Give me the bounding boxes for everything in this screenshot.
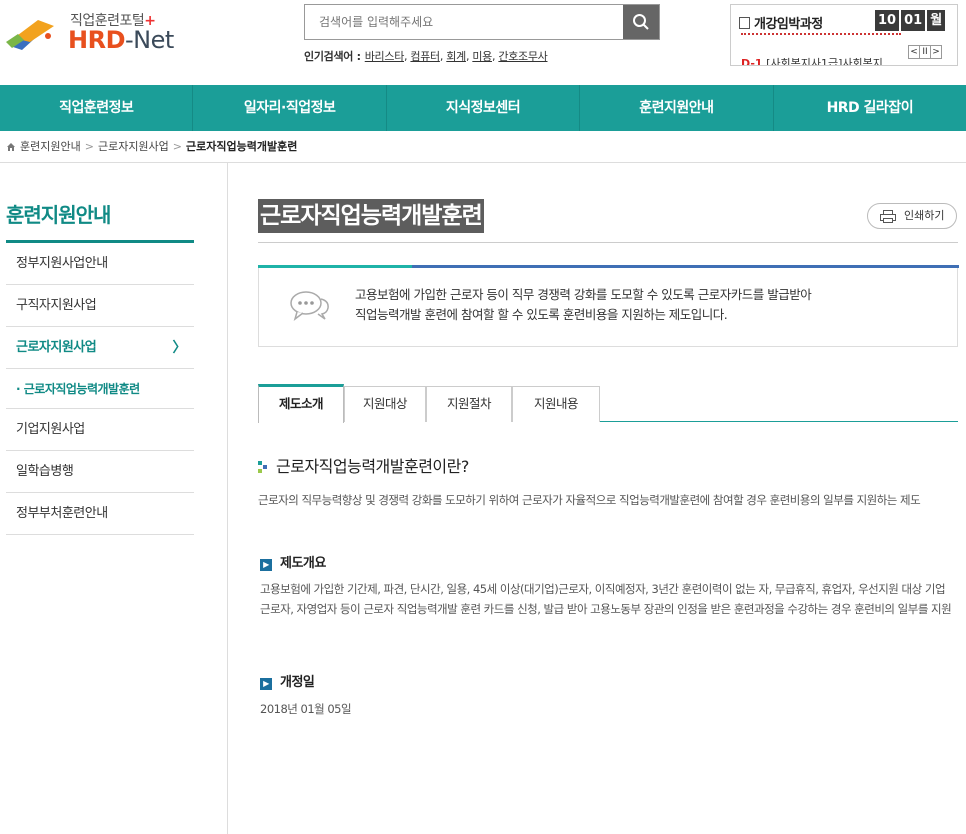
- sidebar-item-gov-support[interactable]: 정부지원사업안내: [6, 243, 194, 285]
- date-month: 10: [875, 10, 900, 31]
- sidebar-item-work-learning[interactable]: 일학습병행: [6, 451, 194, 493]
- revision-date: 2018년 01월 05일: [260, 702, 352, 716]
- overview-body: 고용보험에 가입한 기간제, 파견, 단시간, 일용, 45세 이상(대기업)근…: [260, 582, 952, 616]
- popular-keyword-link[interactable]: 미용: [472, 50, 492, 63]
- intro-text: 고용보험에 가입한 근로자 등이 직무 경쟁력 강화를 도모할 수 있도록 근로…: [355, 287, 812, 322]
- popular-label: 인기검색어 :: [304, 50, 361, 63]
- sidebar-item-worker-support[interactable]: 근로자지원사업 〉: [6, 327, 194, 369]
- intro-top-bar: [258, 265, 959, 268]
- popular-keyword-link[interactable]: 간호조무사: [498, 50, 547, 63]
- gnb-training-info[interactable]: 직업훈련정보: [0, 85, 194, 131]
- tab-support-details[interactable]: 지원내용: [512, 386, 600, 422]
- main-navigation: 직업훈련정보 일자리·직업정보 지식정보센터 훈련지원안내 HRD 길라잡이: [0, 85, 966, 131]
- ticker-controls: < II >: [908, 43, 942, 59]
- content-tabs: 제도소개 지원대상 지원절차 지원내용: [258, 384, 958, 423]
- bullet-arrow-icon: ▶: [260, 678, 272, 690]
- sidebar-item-gov-training[interactable]: 정부부처훈련안내: [6, 493, 194, 535]
- date-display: 10 01 월: [875, 10, 947, 31]
- printer-icon: [880, 210, 896, 223]
- sidebar: 훈련지원안내 정부지원사업안내 구직자지원사업 근로자지원사업 〉 · 근로자직업…: [0, 163, 228, 834]
- tab-eligibility[interactable]: 지원대상: [344, 386, 426, 422]
- popular-keyword-link[interactable]: 컴퓨터: [410, 50, 440, 63]
- search-input[interactable]: [305, 5, 625, 39]
- search-button[interactable]: [623, 5, 659, 39]
- section-bullet-icon: [258, 461, 268, 473]
- date-day: 01: [901, 10, 926, 31]
- date-weekday: 월: [927, 10, 946, 31]
- speech-bubble-icon: [290, 291, 329, 321]
- gnb-job-info[interactable]: 일자리·직업정보: [193, 85, 387, 131]
- breadcrumb-item[interactable]: 근로자지원사업: [98, 140, 169, 153]
- tab-procedure[interactable]: 지원절차: [426, 386, 512, 422]
- popular-keyword-link[interactable]: 회계: [446, 50, 466, 63]
- header: 직업훈련포털+ HRD-Net 인기검색어 :바리스타, 컴퓨터, 회계, 미용…: [0, 0, 966, 84]
- sidebar-menu: 정부지원사업안내 구직자지원사업 근로자지원사업 〉 · 근로자직업능력개발훈련 …: [6, 243, 194, 535]
- sidebar-subitem-worker-training[interactable]: · 근로자직업능력개발훈련: [6, 369, 194, 409]
- revision-heading: ▶ 개정일: [260, 671, 315, 690]
- popular-keywords: 인기검색어 : 바리스타, 컴퓨터, 회계, 미용, 간호조무사: [304, 50, 548, 63]
- breadcrumb-item[interactable]: 훈련지원안내: [20, 140, 81, 153]
- popular-keyword-link[interactable]: 바리스타: [365, 50, 405, 63]
- gnb-training-support[interactable]: 훈련지원안내: [580, 85, 774, 131]
- logo-mark-icon: [6, 20, 54, 50]
- document-icon: [739, 17, 750, 29]
- tab-system-intro[interactable]: 제도소개: [258, 384, 344, 423]
- sidebar-item-jobseeker-support[interactable]: 구직자지원사업: [6, 285, 194, 327]
- bullet-arrow-icon: ▶: [260, 559, 272, 571]
- ticker-previous-line: [741, 33, 901, 37]
- overview-heading: ▶ 제도개요: [260, 552, 326, 571]
- intro-box: 고용보험에 가입한 근로자 등이 직무 경쟁력 강화를 도모할 수 있도록 근로…: [258, 265, 959, 347]
- chevron-right-icon: 〉: [172, 340, 187, 356]
- course-ticker-item[interactable]: D-1 [사회복지사1급]사회복지...: [741, 55, 893, 65]
- breadcrumb-current: 근로자직업능력개발훈련: [186, 140, 298, 153]
- upcoming-course-title: 개강임박과정: [739, 13, 823, 32]
- search-icon: [633, 14, 649, 30]
- home-icon[interactable]: [6, 142, 16, 152]
- breadcrumb: 훈련지원안내 > 근로자지원사업 > 근로자직업능력개발훈련: [0, 131, 966, 163]
- section-description: 근로자의 직무능력향상 및 경쟁력 강화를 도모하기 위하여 근로자가 자율적으…: [258, 493, 921, 507]
- print-button[interactable]: 인쇄하기: [867, 203, 957, 229]
- title-divider: [258, 242, 958, 243]
- gnb-knowledge-center[interactable]: 지식정보센터: [387, 85, 581, 131]
- logo-title: HRD-Net: [68, 26, 174, 54]
- gnb-hrd-guide[interactable]: HRD 길라잡이: [774, 85, 966, 131]
- sidebar-title: 훈련지원안내: [6, 203, 111, 227]
- section-title: 근로자직업능력개발훈련이란?: [258, 453, 469, 477]
- page-title: 근로자직업능력개발훈련: [258, 199, 484, 233]
- hrd-net-logo[interactable]: 직업훈련포털+ HRD-Net: [4, 6, 194, 56]
- search-box: [304, 4, 660, 40]
- sidebar-item-company-support[interactable]: 기업지원사업: [6, 409, 194, 451]
- ticker-next-button[interactable]: >: [930, 45, 942, 59]
- upcoming-course-box: 개강임박과정 10 01 월 D-1 [사회복지사1급]사회복지... < II >: [730, 4, 958, 66]
